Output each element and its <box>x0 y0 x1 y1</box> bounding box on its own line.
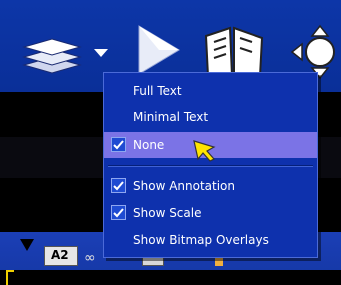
link-icon[interactable]: ∞ <box>82 248 104 266</box>
menu-item-show-scale[interactable]: Show Scale <box>104 200 317 226</box>
page-indicator[interactable]: A2 <box>44 246 78 266</box>
page-indicator-label: A2 <box>51 248 69 262</box>
menu-item-label: Full Text <box>133 84 182 98</box>
layers-icon[interactable] <box>22 35 82 79</box>
checkmark-icon <box>111 137 126 152</box>
menu-item-label: Minimal Text <box>133 110 209 124</box>
menu-item-minimal-text[interactable]: Minimal Text <box>104 104 317 130</box>
menu-item-show-bitmap-overlays[interactable]: Show Bitmap Overlays <box>104 227 317 253</box>
mouse-cursor-icon <box>192 139 218 167</box>
status-strip <box>0 270 341 285</box>
menu-item-label: None <box>133 138 165 152</box>
selection-corner <box>6 270 14 285</box>
menu-item-label: Show Bitmap Overlays <box>133 233 269 247</box>
menu-item-full-text[interactable]: Full Text <box>104 78 317 104</box>
menu-item-label: Show Annotation <box>133 179 235 193</box>
menu-item-show-annotation[interactable]: Show Annotation <box>104 173 317 199</box>
dropdown-arrow-icon[interactable] <box>94 44 110 63</box>
checkmark-icon <box>111 205 126 220</box>
menu-item-label: Show Scale <box>133 206 202 220</box>
marker-triangle-icon[interactable] <box>20 238 36 257</box>
checkmark-icon <box>111 178 126 193</box>
svg-text:∞: ∞ <box>84 250 96 266</box>
